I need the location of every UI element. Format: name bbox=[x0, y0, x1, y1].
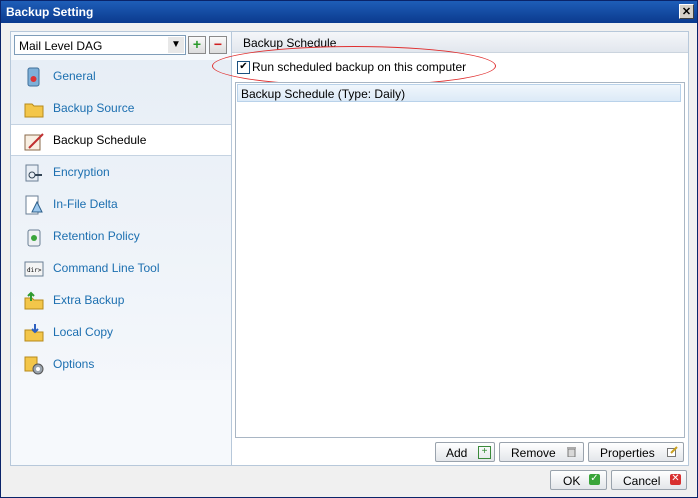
nav-item-local-copy[interactable]: Local Copy bbox=[11, 316, 231, 348]
folder-icon bbox=[24, 103, 44, 118]
key-icon bbox=[25, 164, 42, 182]
window-title: Backup Setting bbox=[6, 5, 94, 19]
nav-item-options[interactable]: Options bbox=[11, 348, 231, 380]
calendar-icon bbox=[24, 133, 44, 151]
nav-label: Backup Source bbox=[53, 101, 135, 115]
backup-set-value: Mail Level DAG bbox=[19, 39, 103, 53]
nav-item-backup-source[interactable]: Backup Source bbox=[11, 92, 231, 124]
nav-label: Command Line Tool bbox=[53, 261, 160, 275]
extra-backup-icon bbox=[24, 291, 44, 310]
nav-item-retention-policy[interactable]: Retention Policy bbox=[11, 220, 231, 252]
section-header: Backup Schedule bbox=[232, 32, 688, 53]
nav-label: Extra Backup bbox=[53, 293, 125, 307]
backup-set-dropdown[interactable]: Mail Level DAG ▼ bbox=[14, 35, 186, 55]
run-scheduled-label[interactable]: Run scheduled backup on this computer bbox=[252, 60, 466, 74]
options-icon bbox=[24, 356, 44, 375]
list-item[interactable]: Backup Schedule (Type: Daily) bbox=[237, 84, 681, 102]
settings-nav: General Backup Source Backup Schedule En… bbox=[11, 60, 231, 380]
terminal-icon: dir> bbox=[24, 261, 44, 277]
nav-label: General bbox=[53, 69, 96, 83]
nav-item-in-file-delta[interactable]: In-File Delta bbox=[11, 188, 231, 220]
add-backup-set-button[interactable]: + bbox=[188, 36, 206, 54]
terminal-icon-text: dir> bbox=[27, 267, 42, 274]
button-label: Properties bbox=[600, 446, 655, 460]
nav-item-encryption[interactable]: Encryption bbox=[11, 156, 231, 188]
general-icon bbox=[27, 67, 40, 87]
remove-backup-set-button[interactable]: − bbox=[209, 36, 227, 54]
schedule-properties-button[interactable]: Properties bbox=[588, 442, 684, 462]
close-icon: ✕ bbox=[681, 6, 692, 18]
nav-item-backup-schedule[interactable]: Backup Schedule bbox=[11, 124, 231, 156]
button-label: Cancel bbox=[623, 474, 661, 488]
schedule-item-label: Backup Schedule (Type: Daily) bbox=[241, 87, 406, 101]
trash-icon bbox=[567, 447, 576, 457]
close-icon: ✕ bbox=[670, 473, 681, 485]
ok-button[interactable]: OK ✓ bbox=[550, 470, 607, 490]
button-label: Remove bbox=[511, 446, 556, 460]
nav-label: In-File Delta bbox=[53, 197, 118, 211]
button-label: Add bbox=[446, 446, 468, 460]
nav-item-command-line-tool[interactable]: dir> Command Line Tool bbox=[11, 252, 231, 284]
cancel-button[interactable]: Cancel ✕ bbox=[611, 470, 687, 490]
nav-label: Retention Policy bbox=[53, 229, 140, 243]
chevron-down-icon[interactable]: ▼ bbox=[168, 37, 184, 53]
edit-icon bbox=[667, 446, 678, 457]
nav-label: Local Copy bbox=[53, 325, 114, 339]
add-schedule-button[interactable]: Add + bbox=[435, 442, 495, 462]
local-copy-icon bbox=[24, 324, 44, 342]
section-title: Backup Schedule bbox=[243, 36, 337, 50]
recycle-icon bbox=[27, 229, 41, 247]
nav-label: Encryption bbox=[53, 165, 110, 179]
run-scheduled-checkbox[interactable]: ✔ bbox=[237, 61, 250, 74]
delta-icon bbox=[25, 195, 43, 215]
nav-label: Options bbox=[53, 357, 95, 371]
settings-sidebar: Mail Level DAG ▼ + − General Backup Sour… bbox=[10, 31, 232, 466]
button-label: OK bbox=[563, 474, 581, 488]
plus-icon: + bbox=[478, 446, 491, 459]
profile-row: Mail Level DAG ▼ + − bbox=[14, 35, 228, 55]
schedule-panel: Backup Schedule ✔ Run scheduled backup o… bbox=[212, 31, 689, 466]
nav-label: Backup Schedule bbox=[53, 133, 147, 147]
nav-item-extra-backup[interactable]: Extra Backup bbox=[11, 284, 231, 316]
check-icon: ✓ bbox=[589, 473, 600, 485]
title-bar[interactable]: Backup Setting ✕ bbox=[1, 1, 697, 23]
close-button[interactable]: ✕ bbox=[679, 4, 694, 19]
nav-item-general[interactable]: General bbox=[11, 60, 231, 92]
backup-setting-window: Backup Setting ✕ Mail Level DAG ▼ + − Ge… bbox=[0, 0, 698, 498]
remove-schedule-button[interactable]: Remove bbox=[499, 442, 584, 462]
schedule-list[interactable]: Backup Schedule (Type: Daily) bbox=[235, 82, 685, 438]
